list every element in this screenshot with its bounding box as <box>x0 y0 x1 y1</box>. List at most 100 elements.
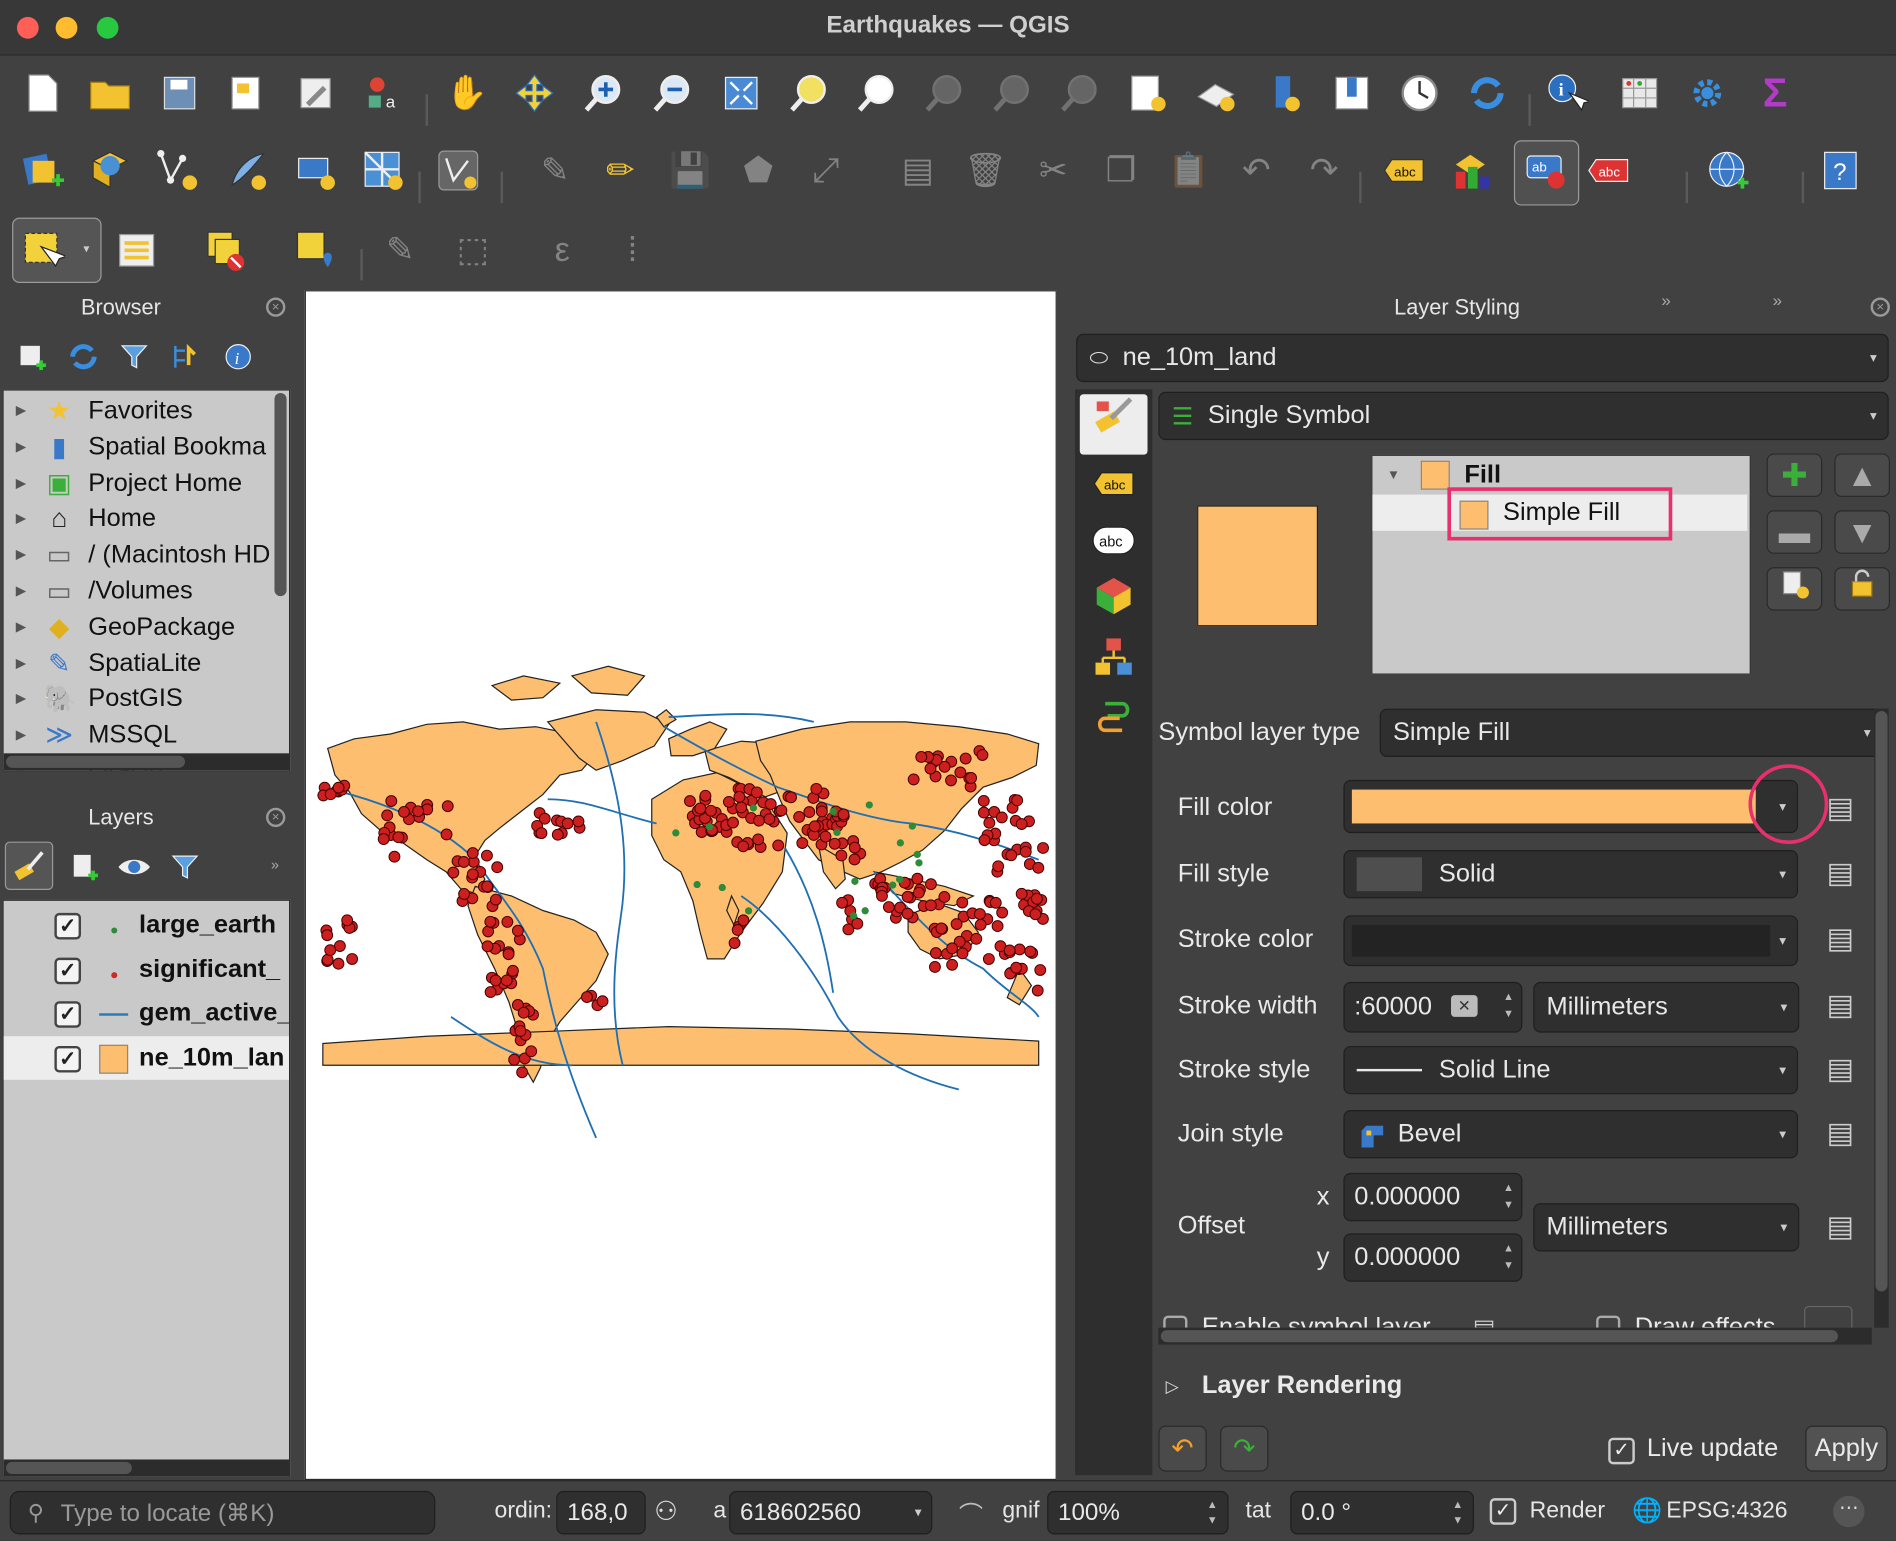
enable-symbol-layer-label[interactable]: Enable symbol layer <box>1202 1313 1431 1328</box>
zoom-to-selection-icon[interactable] <box>786 70 832 116</box>
expand-arrow-icon[interactable]: ▶ <box>16 583 26 599</box>
render-checkbox[interactable]: ✓ <box>1489 1498 1517 1525</box>
filter-legend-icon[interactable] <box>162 844 208 890</box>
layer-item[interactable]: ✓ large_earth <box>4 903 289 947</box>
data-defined-override-icon[interactable]: ▤ <box>1817 985 1863 1026</box>
fill-node-label[interactable]: Fill <box>1464 461 1501 490</box>
expand-arrow-icon[interactable]: ▶ <box>16 439 26 455</box>
new-virtual-layer-icon[interactable] <box>293 148 339 194</box>
select-by-expression-icon[interactable] <box>114 227 160 273</box>
spin-arrows-icon[interactable]: ▲ ▼ <box>1503 1239 1514 1273</box>
live-update-label[interactable]: Live update <box>1647 1434 1778 1463</box>
label-toolbar-icon[interactable]: abc <box>1381 148 1427 194</box>
browser-hscroll[interactable] <box>3 753 289 771</box>
toggle-extents-icon[interactable]: ⚇ <box>654 1496 678 1527</box>
select-features-button[interactable]: ▾ <box>12 217 102 283</box>
refresh-browser-icon[interactable] <box>60 334 106 380</box>
new-spatialite-layer-icon[interactable] <box>224 148 270 194</box>
show-unplaced-labels-icon[interactable]: abc <box>1585 148 1631 194</box>
manage-visibility-icon[interactable] <box>111 844 157 890</box>
stroke-width-spinbox[interactable]: :60000 ✕ ▲ ▼ <box>1343 981 1523 1033</box>
save-project-icon[interactable] <box>156 70 202 116</box>
open-project-icon[interactable] <box>87 70 133 116</box>
digitize-vertex-icon[interactable] <box>435 148 481 194</box>
expand-arrow-icon[interactable]: ▶ <box>16 547 26 563</box>
expand-arrow-icon[interactable]: ▶ <box>16 511 26 527</box>
fill-style-combo[interactable]: Solid ▾ <box>1343 850 1799 899</box>
redo-icon[interactable]: ↷ <box>1301 148 1347 194</box>
expand-arrow-icon[interactable]: ▼ <box>1387 468 1400 483</box>
properties-vscroll[interactable] <box>1874 708 1889 1328</box>
live-update-checkbox[interactable]: ✓ <box>1608 1437 1635 1465</box>
copy-features-icon[interactable]: ❐ <box>1098 148 1144 194</box>
draw-effects-label[interactable]: Draw effects <box>1635 1313 1776 1328</box>
pan-icon[interactable]: ✋ <box>444 70 490 116</box>
scale-combo[interactable]: 618602560 ▾ <box>729 1490 933 1535</box>
zoom-native-icon[interactable] <box>921 70 967 116</box>
layer-visibility-checkbox[interactable]: ✓ <box>54 1045 82 1072</box>
annotation-icon[interactable]: a <box>360 70 406 116</box>
browser-item[interactable]: ▶ ⌂ Home <box>4 501 282 537</box>
toggle-editing-icon[interactable]: ✏ <box>597 148 643 194</box>
enable-symbol-layer-checkbox[interactable] <box>1163 1315 1188 1328</box>
highlight-pinned-labels-icon[interactable]: ab <box>1524 148 1570 194</box>
refresh-icon[interactable] <box>1464 70 1510 116</box>
browser-item[interactable]: ▶ ▭ / (Macintosh HD <box>4 537 282 573</box>
stroke-color-button[interactable]: ▾ <box>1343 915 1799 967</box>
3d-view-tab[interactable] <box>1080 576 1148 636</box>
browser-item[interactable]: ▶ ▮ Spatial Bookma <box>4 429 282 465</box>
new-shapefile-layer-icon[interactable] <box>155 148 201 194</box>
data-defined-override-icon[interactable]: ▤ <box>1817 1050 1863 1091</box>
data-source-manager-icon[interactable] <box>19 148 65 194</box>
expand-arrow-icon[interactable]: ▶ <box>16 619 26 635</box>
close-panel-icon[interactable]: × <box>266 297 286 317</box>
offset-unit-combo[interactable]: Millimeters ▾ <box>1533 1203 1800 1252</box>
layer-select-combo[interactable]: ⬭ ne_10m_land ▾ <box>1076 333 1889 383</box>
crs-globe-icon[interactable]: 🌐 <box>1632 1496 1662 1526</box>
browser-item[interactable]: ▶ ◆ GeoPackage <box>4 609 282 645</box>
properties-hscroll[interactable] <box>1158 1327 1872 1345</box>
add-symbol-layer-button[interactable]: ✚ <box>1766 453 1823 497</box>
zoom-full-icon[interactable] <box>718 70 764 116</box>
zoom-out-icon[interactable] <box>649 70 695 116</box>
data-defined-override-icon[interactable]: ▤ <box>1473 1313 1496 1328</box>
new-project-icon[interactable] <box>19 70 65 116</box>
browser-item[interactable]: ▶ 🐘 PostGIS <box>4 681 282 717</box>
modify-attributes-icon[interactable]: ▤ <box>895 148 941 194</box>
collapse-all-icon[interactable] <box>162 334 208 380</box>
stroke-style-combo[interactable]: Solid Line ▾ <box>1343 1045 1799 1095</box>
expand-arrow-icon[interactable]: ▶ <box>16 727 26 743</box>
masks-tab[interactable]: abc <box>1080 515 1148 575</box>
layer-visibility-checkbox[interactable]: ✓ <box>54 957 82 984</box>
close-panel-icon[interactable]: × <box>1870 297 1890 317</box>
new-bookmark-icon[interactable] <box>1261 70 1307 116</box>
vertex-tool-icon[interactable]: ⤢ <box>803 148 849 194</box>
browser-item[interactable]: ▶ ≫ MSSQL <box>4 717 282 753</box>
zoom-last-icon[interactable] <box>989 70 1035 116</box>
edit-attributes-icon[interactable]: ✎ <box>377 227 423 273</box>
cut-features-icon[interactable]: ✂ <box>1030 148 1076 194</box>
help-icon[interactable]: ? <box>1817 148 1863 194</box>
zoom-in-icon[interactable] <box>580 70 626 116</box>
delete-selected-icon[interactable]: 🗑 <box>963 148 1009 194</box>
magnifier-spinbox[interactable]: 100% ▲ ▼ <box>1047 1490 1229 1535</box>
spin-arrows-icon[interactable]: ▲ ▼ <box>1452 1497 1463 1528</box>
identify-icon[interactable]: i <box>1544 70 1590 116</box>
new-print-layout-icon[interactable] <box>224 70 270 116</box>
layer-rendering-header[interactable]: Layer Rendering <box>1202 1371 1402 1400</box>
select-by-polygon-icon[interactable]: ⬚ <box>450 227 496 273</box>
data-defined-override-icon[interactable]: ▤ <box>1817 854 1863 895</box>
crs-label[interactable]: EPSG:4326 <box>1666 1498 1787 1525</box>
data-defined-override-icon[interactable]: ▤ <box>1817 788 1863 829</box>
expand-arrow-icon[interactable]: ▶ <box>16 403 26 419</box>
remove-symbol-layer-button[interactable]: ▬ <box>1766 510 1823 554</box>
paste-features-icon[interactable]: 📋 <box>1166 148 1212 194</box>
join-style-combo[interactable]: Bevel ▾ <box>1343 1110 1799 1159</box>
add-polygon-icon[interactable]: ⬟ <box>735 148 781 194</box>
symbology-tab[interactable] <box>1079 394 1148 455</box>
deselect-all-icon[interactable] <box>203 227 249 273</box>
properties-icon[interactable]: i <box>215 334 261 380</box>
coordinate-field[interactable]: 168,0 <box>556 1490 646 1535</box>
renderer-combo[interactable]: ☰ Single Symbol ▾ <box>1158 391 1889 441</box>
show-bookmarks-icon[interactable] <box>1329 70 1375 116</box>
